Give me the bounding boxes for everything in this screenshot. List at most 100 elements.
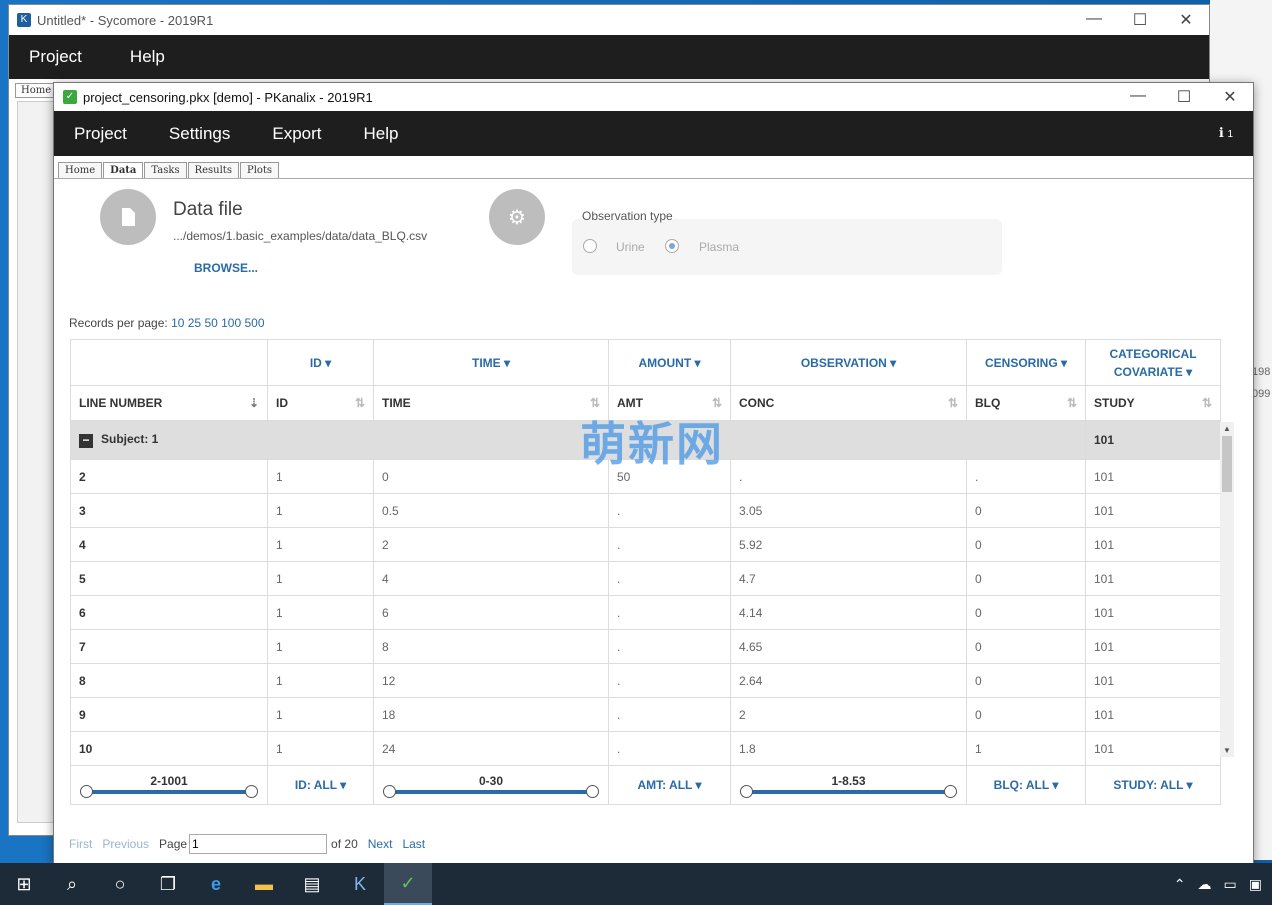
amt-filter[interactable]: AMT: ALL ▾ <box>608 765 731 805</box>
collapse-icon[interactable]: − <box>79 434 93 448</box>
slider-handle[interactable] <box>245 785 258 798</box>
column-header[interactable]: STUDY ⇅ <box>1085 385 1221 421</box>
table-cell: 8 <box>70 663 268 698</box>
tab-plots[interactable]: Plots <box>239 162 280 178</box>
search-icon[interactable]: ⌕ <box>48 863 96 905</box>
table-cell: 1 <box>267 663 374 698</box>
sycomore-title: Untitled* - Sycomore - 2019R1 <box>37 12 214 28</box>
slider-handle[interactable] <box>740 785 753 798</box>
sycomore-menu-project[interactable]: Project <box>29 47 82 67</box>
first-page-link[interactable]: First <box>69 837 92 851</box>
pkanalix-taskbar-icon[interactable]: ✓ <box>384 863 432 905</box>
task-view-icon[interactable]: ❐ <box>144 863 192 905</box>
tab-home[interactable]: Home <box>58 162 103 178</box>
table-cell: 4.14 <box>730 595 967 630</box>
page-input[interactable] <box>189 834 328 854</box>
minimize-button[interactable]: — <box>1115 87 1161 107</box>
sort-icon[interactable]: ⇅ <box>948 396 958 410</box>
column-header[interactable]: CONC ⇅ <box>730 385 967 421</box>
table-row[interactable]: 10 1 24. 1.8 1 101 <box>70 731 1221 766</box>
next-page-link[interactable]: Next <box>368 837 393 851</box>
slider-handle[interactable] <box>80 785 93 798</box>
column-type-dropdown[interactable]: ID ▾ <box>267 339 374 386</box>
edge-browser-icon[interactable]: e <box>192 863 240 905</box>
table-scrollbar[interactable]: ▲ ▼ <box>1220 422 1234 757</box>
start-windows-icon[interactable]: ⊞ <box>0 863 48 905</box>
scrollbar-thumb[interactable] <box>1222 436 1232 492</box>
close-button[interactable]: ✕ <box>1207 87 1253 107</box>
scroll-down-icon[interactable]: ▼ <box>1220 746 1234 755</box>
table-row[interactable]: 5 1 4. 4.7 0 101 <box>70 561 1221 596</box>
close-button[interactable]: ✕ <box>1163 10 1209 30</box>
column-header[interactable]: LINE NUMBER ⇣ <box>70 385 268 421</box>
table-cell: 0 <box>966 629 1086 664</box>
sycomore-menu-help[interactable]: Help <box>130 47 165 67</box>
column-type-dropdown[interactable]: AMOUNT ▾ <box>608 339 731 386</box>
column-header[interactable]: TIME ⇅ <box>373 385 609 421</box>
line-range-filter[interactable]: 2-1001 <box>70 765 268 805</box>
tab-results[interactable]: Results <box>187 162 239 178</box>
records-per-page-options[interactable]: 10 25 50 100 500 <box>171 316 264 330</box>
bg-label: 198 <box>1252 366 1271 378</box>
table-cell: 4 <box>373 561 609 596</box>
browse-button[interactable]: BROWSE... <box>194 261 258 275</box>
previous-page-link[interactable]: Previous <box>102 837 149 851</box>
tab-tasks[interactable]: Tasks <box>144 162 187 178</box>
records-per-page-label: Records per page: <box>69 316 168 330</box>
battery-icon[interactable]: ▭ <box>1224 876 1237 893</box>
table-row[interactable]: 6 1 6. 4.14 0 101 <box>70 595 1221 630</box>
table-body: 2 1 0 50.. 101 3 1 0.5. 3.05 0 101 4 1 2. 5.92 0 101 5 1 4.… <box>70 459 1221 766</box>
file-explorer-icon[interactable]: ▬ <box>240 863 288 905</box>
table-row[interactable]: 9 1 18. 2 0 101 <box>70 697 1221 732</box>
info-button[interactable]: ℹ 1 <box>1219 125 1233 141</box>
scroll-up-icon[interactable]: ▲ <box>1220 424 1234 433</box>
menu-help[interactable]: Help <box>364 124 399 144</box>
column-type-dropdown[interactable]: CATEGORICAL COVARIATE ▾ <box>1085 339 1221 386</box>
tab-data[interactable]: Data <box>103 162 144 178</box>
menu-export[interactable]: Export <box>272 124 321 144</box>
slider-handle[interactable] <box>586 785 599 798</box>
menu-project[interactable]: Project <box>74 124 127 144</box>
study-filter[interactable]: STUDY: ALL ▾ <box>1085 765 1221 805</box>
table-row[interactable]: 3 1 0.5. 3.05 0 101 <box>70 493 1221 528</box>
slider-handle[interactable] <box>383 785 396 798</box>
blq-filter[interactable]: BLQ: ALL ▾ <box>966 765 1086 805</box>
app-window-icon[interactable]: ▤ <box>288 863 336 905</box>
maximize-button[interactable]: ☐ <box>1117 10 1163 30</box>
table-row[interactable]: 4 1 2. 5.92 0 101 <box>70 527 1221 562</box>
menu-settings[interactable]: Settings <box>169 124 230 144</box>
sort-icon[interactable]: ⇅ <box>1202 396 1212 410</box>
table-cell: 1 <box>267 731 374 766</box>
maximize-button[interactable]: ☐ <box>1161 87 1207 107</box>
sort-icon[interactable]: ⇅ <box>1067 396 1077 410</box>
gear-icon[interactable]: ⚙ <box>489 189 545 245</box>
column-header[interactable]: ID ⇅ <box>267 385 374 421</box>
slider-handle[interactable] <box>944 785 957 798</box>
file-icon[interactable] <box>100 189 156 245</box>
table-cell: . <box>608 731 731 766</box>
column-type-dropdown[interactable]: CENSORING ▾ <box>966 339 1086 386</box>
column-type-dropdown[interactable]: OBSERVATION ▾ <box>730 339 967 386</box>
radio-urine[interactable] <box>583 239 597 253</box>
time-range-filter[interactable]: 0-30 <box>373 765 609 805</box>
column-header[interactable]: BLQ ⇅ <box>966 385 1086 421</box>
minimize-button[interactable]: — <box>1071 10 1117 30</box>
sort-icon[interactable]: ⇣ <box>249 396 259 410</box>
cortana-circle-icon[interactable]: ○ <box>96 863 144 905</box>
conc-range-filter[interactable]: 1-8.53 <box>730 765 967 805</box>
sort-icon[interactable]: ⇅ <box>355 396 365 410</box>
column-type-dropdown[interactable]: TIME ▾ <box>373 339 609 386</box>
sycomore-taskbar-icon[interactable]: K <box>336 863 384 905</box>
observation-type-label: Observation type <box>582 209 673 223</box>
chevron-up-icon[interactable]: ⌃ <box>1174 876 1186 893</box>
last-page-link[interactable]: Last <box>402 837 425 851</box>
id-filter[interactable]: ID: ALL ▾ <box>267 765 374 805</box>
radio-plasma[interactable] <box>665 239 679 253</box>
network-icon[interactable]: ▣ <box>1249 876 1262 893</box>
sycomore-tab-home[interactable]: Home <box>15 83 58 98</box>
table-row[interactable]: 8 1 12. 2.64 0 101 <box>70 663 1221 698</box>
table-cell: 12 <box>373 663 609 698</box>
table-cell: 10 <box>70 731 268 766</box>
cloud-icon[interactable]: ☁ <box>1198 876 1212 893</box>
table-row[interactable]: 7 1 8. 4.65 0 101 <box>70 629 1221 664</box>
